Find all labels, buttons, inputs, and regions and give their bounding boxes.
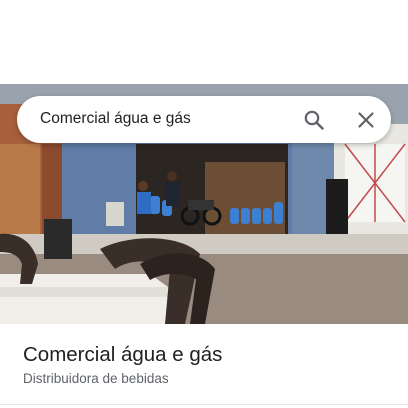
place-category: Distribuidora de bebidas [23, 371, 169, 386]
search-input[interactable]: Comercial água e gás [40, 110, 191, 128]
search-icon[interactable] [302, 108, 326, 132]
close-icon[interactable] [354, 108, 378, 132]
search-bar[interactable]: Comercial água e gás [17, 96, 391, 143]
divider [0, 404, 408, 405]
place-title: Comercial água e gás [23, 343, 223, 366]
